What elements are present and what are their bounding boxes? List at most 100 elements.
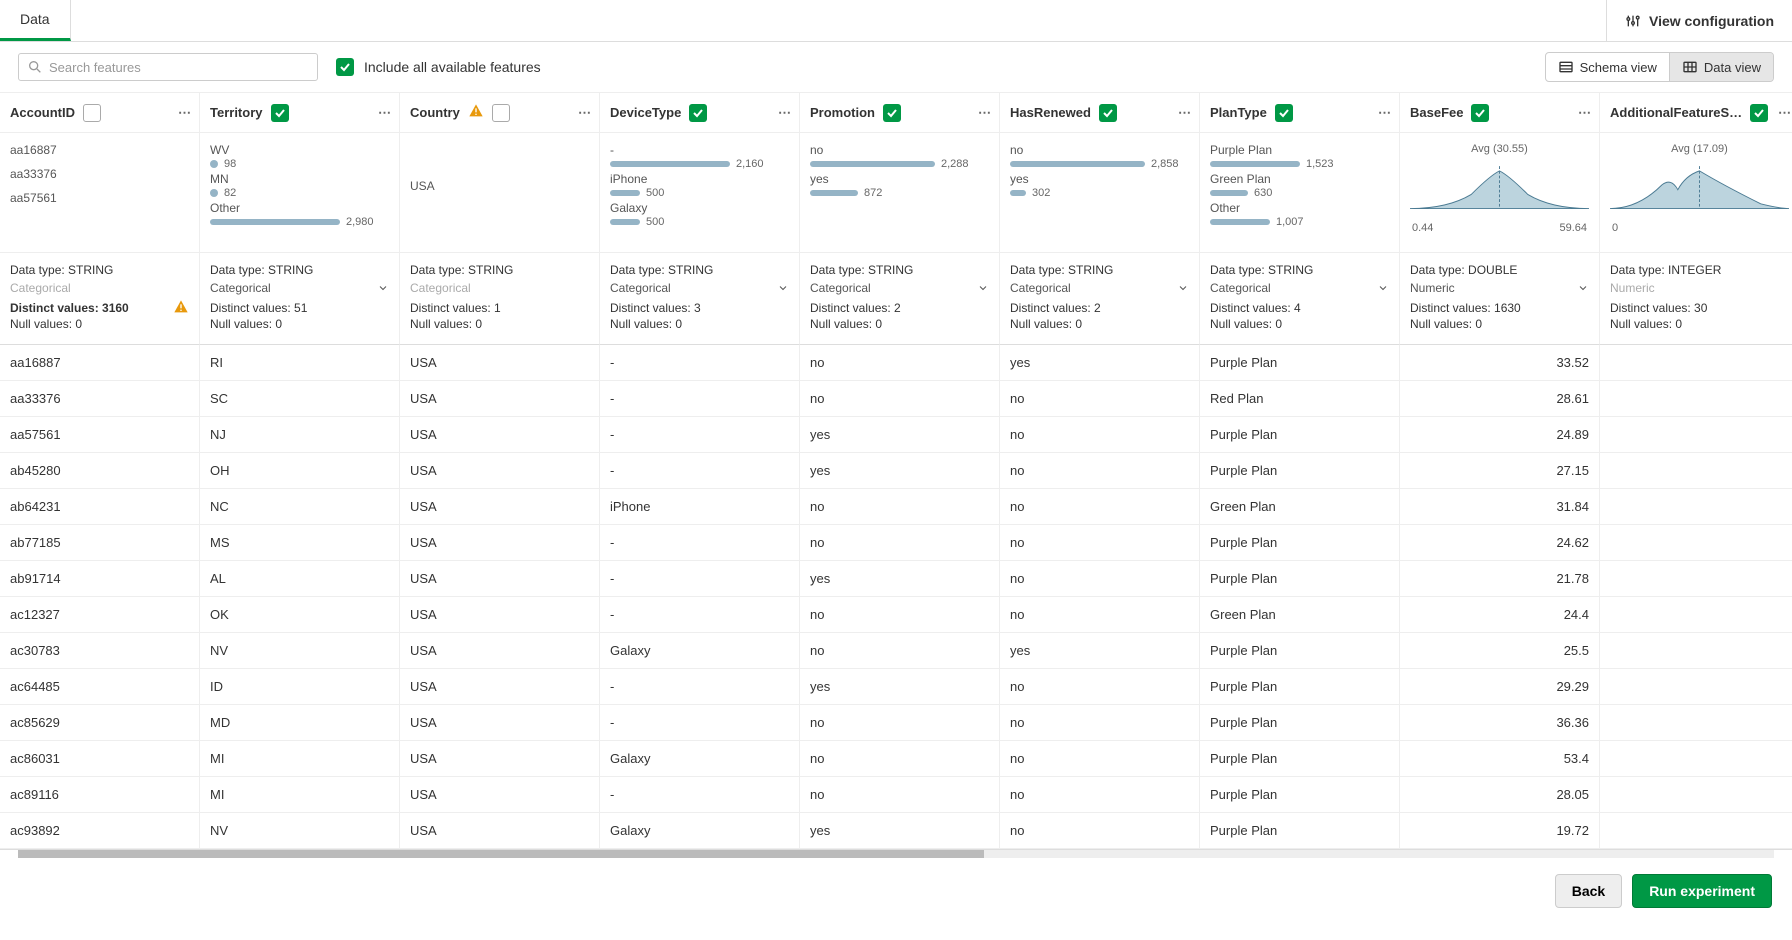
data-cell[interactable]: Purple Plan [1200, 813, 1400, 849]
data-cell[interactable]: USA [400, 381, 600, 417]
column-menu-icon[interactable]: ⋯ [1378, 105, 1391, 121]
data-cell[interactable]: USA [400, 705, 600, 741]
data-cell[interactable]: AL [200, 561, 400, 597]
data-cell[interactable]: Purple Plan [1200, 669, 1400, 705]
data-cell[interactable]: 25.5 [1400, 633, 1600, 669]
data-cell[interactable]: USA [400, 669, 600, 705]
data-cell[interactable]: USA [400, 597, 600, 633]
data-cell[interactable]: NV [200, 813, 400, 849]
data-cell[interactable]: ac64485 [0, 669, 200, 705]
data-cell[interactable]: 28.61 [1400, 381, 1600, 417]
data-cell[interactable]: Purple Plan [1200, 633, 1400, 669]
data-cell[interactable]: Galaxy [600, 633, 800, 669]
back-button[interactable]: Back [1555, 874, 1622, 908]
data-cell[interactable]: no [1000, 777, 1200, 813]
data-cell[interactable]: 28.05 [1400, 777, 1600, 813]
data-cell[interactable]: no [800, 597, 1000, 633]
data-cell[interactable]: USA [400, 453, 600, 489]
data-cell[interactable] [1600, 489, 1792, 525]
data-cell[interactable]: - [600, 381, 800, 417]
data-view-button[interactable]: Data view [1669, 53, 1773, 81]
column-header[interactable]: DeviceType⋯ [600, 93, 800, 133]
type-selector[interactable]: Categorical [210, 281, 389, 295]
data-cell[interactable]: 24.89 [1400, 417, 1600, 453]
data-cell[interactable]: - [600, 525, 800, 561]
data-cell[interactable] [1600, 669, 1792, 705]
data-cell[interactable]: OK [200, 597, 400, 633]
data-cell[interactable]: ac12327 [0, 597, 200, 633]
data-cell[interactable]: Purple Plan [1200, 525, 1400, 561]
data-cell[interactable]: NV [200, 633, 400, 669]
column-menu-icon[interactable]: ⋯ [978, 105, 991, 121]
type-selector[interactable]: Categorical [1210, 281, 1389, 295]
data-cell[interactable] [1600, 741, 1792, 777]
data-cell[interactable]: yes [1000, 633, 1200, 669]
data-cell[interactable] [1600, 381, 1792, 417]
data-cell[interactable]: no [1000, 741, 1200, 777]
type-selector[interactable]: Categorical [810, 281, 989, 295]
data-cell[interactable]: - [600, 705, 800, 741]
include-all-toggle[interactable]: Include all available features [336, 58, 541, 76]
data-cell[interactable]: 27.15 [1400, 453, 1600, 489]
data-cell[interactable]: no [1000, 669, 1200, 705]
data-cell[interactable]: 19.72 [1400, 813, 1600, 849]
column-header[interactable]: AccountID⋯ [0, 93, 200, 133]
data-cell[interactable]: no [800, 741, 1000, 777]
data-cell[interactable]: ac85629 [0, 705, 200, 741]
horizontal-scrollbar[interactable] [18, 850, 1774, 858]
data-cell[interactable]: SC [200, 381, 400, 417]
data-cell[interactable] [1600, 597, 1792, 633]
data-cell[interactable]: - [600, 453, 800, 489]
data-cell[interactable]: no [1000, 417, 1200, 453]
data-cell[interactable]: Purple Plan [1200, 417, 1400, 453]
data-cell[interactable]: ab64231 [0, 489, 200, 525]
data-cell[interactable]: 24.4 [1400, 597, 1600, 633]
data-cell[interactable]: 33.52 [1400, 345, 1600, 381]
column-checkbox[interactable] [83, 104, 101, 122]
column-menu-icon[interactable]: ⋯ [578, 105, 591, 121]
data-cell[interactable]: - [600, 777, 800, 813]
column-menu-icon[interactable]: ⋯ [1778, 105, 1791, 121]
column-header[interactable]: HasRenewed⋯ [1000, 93, 1200, 133]
data-cell[interactable]: RI [200, 345, 400, 381]
data-cell[interactable]: yes [800, 417, 1000, 453]
data-cell[interactable]: 36.36 [1400, 705, 1600, 741]
data-cell[interactable] [1600, 417, 1792, 453]
data-cell[interactable]: Galaxy [600, 741, 800, 777]
data-cell[interactable]: USA [400, 813, 600, 849]
data-cell[interactable]: iPhone [600, 489, 800, 525]
column-menu-icon[interactable]: ⋯ [1578, 105, 1591, 121]
data-cell[interactable]: USA [400, 633, 600, 669]
data-cell[interactable]: ab77185 [0, 525, 200, 561]
data-cell[interactable]: no [800, 489, 1000, 525]
data-cell[interactable]: - [600, 597, 800, 633]
data-cell[interactable]: aa33376 [0, 381, 200, 417]
tab-data[interactable]: Data [0, 0, 71, 41]
column-checkbox[interactable] [1750, 104, 1768, 122]
data-cell[interactable]: Galaxy [600, 813, 800, 849]
data-cell[interactable]: Green Plan [1200, 489, 1400, 525]
data-cell[interactable] [1600, 525, 1792, 561]
column-menu-icon[interactable]: ⋯ [1178, 105, 1191, 121]
data-cell[interactable]: ab45280 [0, 453, 200, 489]
search-input-wrapper[interactable] [18, 53, 318, 81]
data-cell[interactable]: - [600, 669, 800, 705]
data-cell[interactable]: MI [200, 777, 400, 813]
data-cell[interactable]: no [1000, 525, 1200, 561]
data-cell[interactable]: yes [800, 561, 1000, 597]
column-header[interactable]: Promotion⋯ [800, 93, 1000, 133]
data-cell[interactable]: aa57561 [0, 417, 200, 453]
column-checkbox[interactable] [689, 104, 707, 122]
data-cell[interactable]: no [1000, 705, 1200, 741]
column-menu-icon[interactable]: ⋯ [778, 105, 791, 121]
data-cell[interactable]: ID [200, 669, 400, 705]
data-cell[interactable]: ac93892 [0, 813, 200, 849]
data-cell[interactable] [1600, 813, 1792, 849]
data-cell[interactable] [1600, 633, 1792, 669]
type-selector[interactable]: Categorical [610, 281, 789, 295]
view-configuration-button[interactable]: View configuration [1606, 0, 1792, 41]
data-cell[interactable] [1600, 705, 1792, 741]
data-cell[interactable]: no [800, 777, 1000, 813]
data-cell[interactable]: yes [1000, 345, 1200, 381]
column-checkbox[interactable] [1471, 104, 1489, 122]
